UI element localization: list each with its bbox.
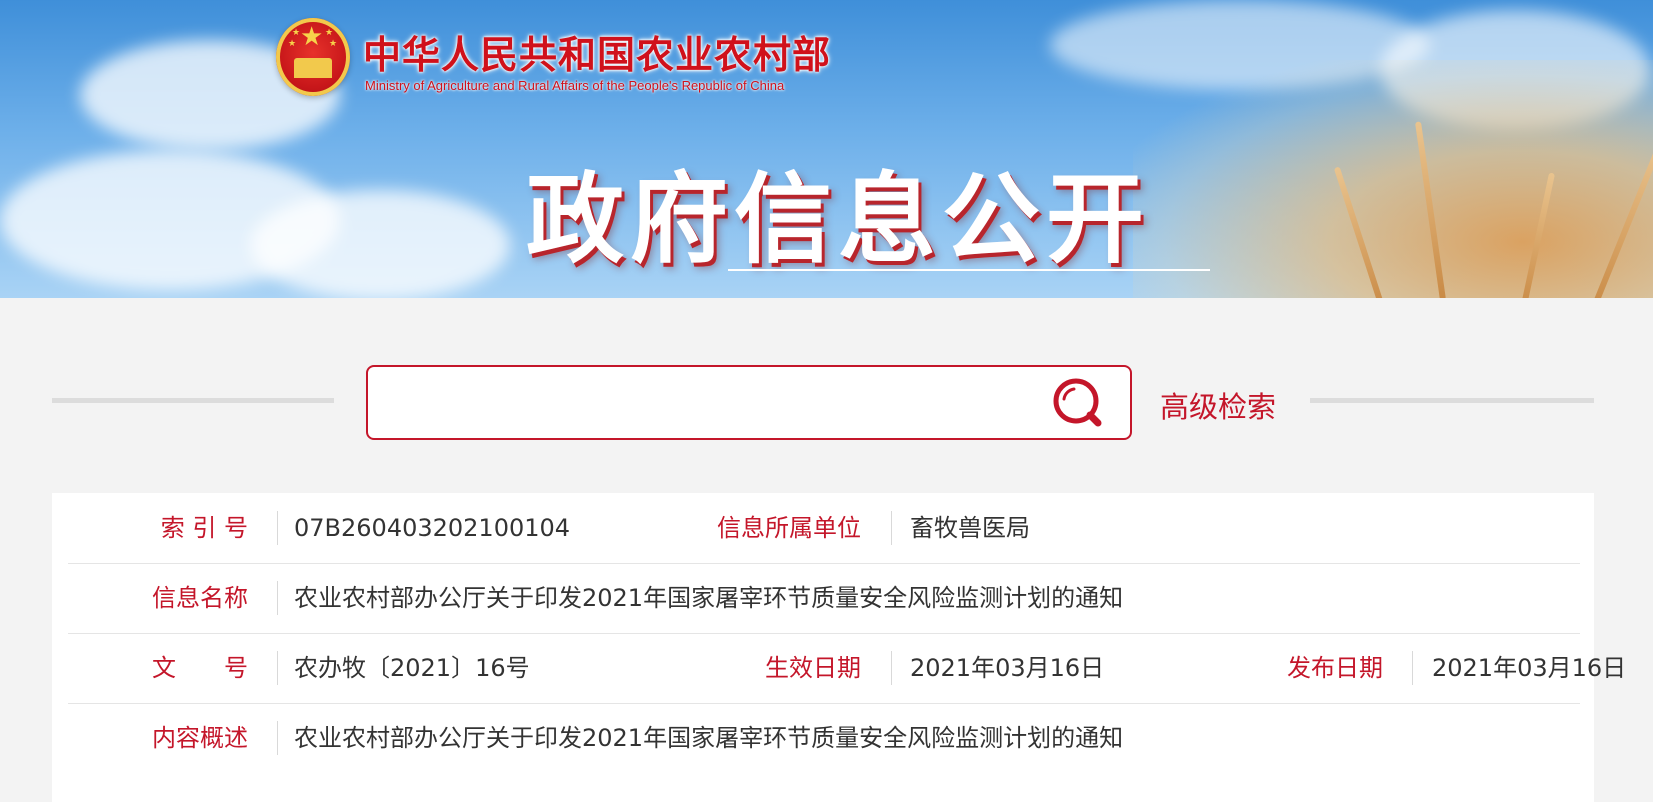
- docno-label: 文 号: [152, 654, 248, 682]
- index-label: 索 引 号: [160, 514, 248, 542]
- effective-date-label: 生效日期: [765, 654, 861, 682]
- separator: [277, 581, 278, 615]
- index-value: 07B260403202100104: [294, 514, 571, 542]
- publish-date-value: 2021年03月16日: [1432, 654, 1627, 682]
- info-row-index: 索 引 号 07B260403202100104 信息所属单位 畜牧兽医局: [68, 493, 1580, 564]
- cloud-decoration: [250, 190, 510, 298]
- info-row-summary: 内容概述 农业农村部办公厅关于印发2021年国家屠宰环节质量安全风险监测计划的通…: [68, 703, 1580, 773]
- info-panel: 索 引 号 07B260403202100104 信息所属单位 畜牧兽医局 信息…: [52, 493, 1626, 802]
- unit-value: 畜牧兽医局: [910, 514, 1030, 542]
- separator: [277, 721, 278, 755]
- effective-date-value: 2021年03月16日: [910, 654, 1105, 682]
- divider-right: [1310, 398, 1594, 403]
- summary-label: 内容概述: [152, 724, 248, 752]
- page-title: 政府信息公开: [526, 163, 1151, 277]
- ministry-name-cn[interactable]: 中华人民共和国农业农村部: [363, 24, 831, 79]
- header-banner: ★ ★ ★ ★ ★ 中华人民共和国农业农村部 Ministry of Agric…: [0, 0, 1653, 298]
- search-box: [366, 365, 1132, 440]
- search-input[interactable]: [382, 377, 1036, 431]
- wheat-decoration: [1133, 60, 1653, 298]
- docno-value: 农办牧〔2021〕16号: [294, 654, 530, 682]
- name-value: 农业农村部办公厅关于印发2021年国家屠宰环节质量安全风险监测计划的通知: [294, 584, 1124, 612]
- name-label: 信息名称: [152, 584, 248, 612]
- title-underline: [728, 269, 1210, 271]
- separator: [891, 651, 892, 685]
- national-emblem-icon[interactable]: ★ ★ ★ ★ ★: [276, 18, 350, 96]
- unit-label: 信息所属单位: [717, 514, 861, 542]
- publish-date-label: 发布日期: [1287, 654, 1383, 682]
- separator: [277, 511, 278, 545]
- separator: [891, 511, 892, 545]
- summary-value: 农业农村部办公厅关于印发2021年国家屠宰环节质量安全风险监测计划的通知: [294, 724, 1124, 752]
- separator: [277, 651, 278, 685]
- advanced-search-link[interactable]: 高级检索: [1160, 384, 1276, 426]
- info-row-name: 信息名称 农业农村部办公厅关于印发2021年国家屠宰环节质量安全风险监测计划的通…: [68, 563, 1580, 634]
- search-icon[interactable]: [1050, 375, 1106, 431]
- divider-left: [52, 398, 334, 403]
- info-row-docno: 文 号 农办牧〔2021〕16号 生效日期 2021年03月16日 发布日期 2…: [68, 633, 1626, 704]
- ministry-name-en[interactable]: Ministry of Agriculture and Rural Affair…: [365, 78, 784, 93]
- separator: [1412, 651, 1413, 685]
